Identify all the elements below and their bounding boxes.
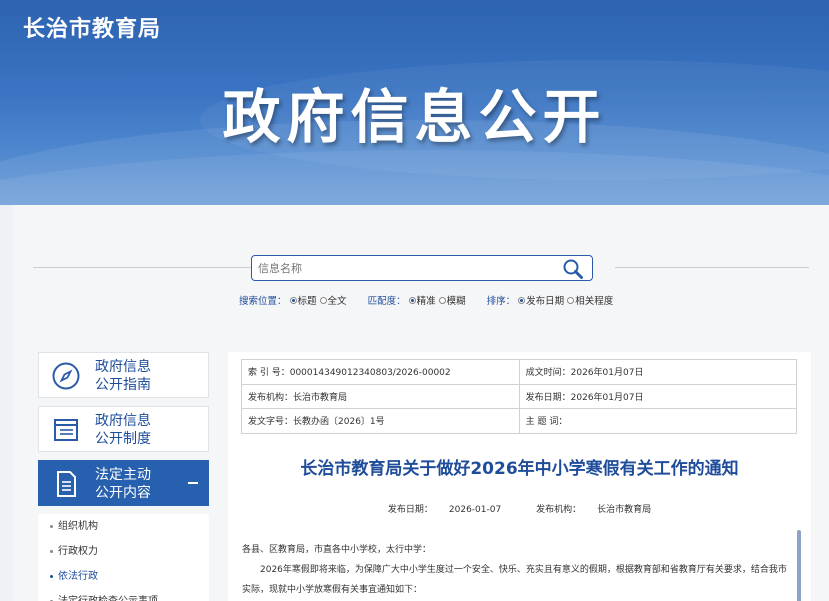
meta-cell: 主 题 词： <box>518 408 798 434</box>
radio-fuzzy[interactable] <box>438 297 446 304</box>
meta-cell: 成文时间：2026年01月07日 <box>518 359 798 385</box>
radio-exact[interactable] <box>408 297 416 304</box>
search-position-label: 搜索位置： <box>239 296 287 307</box>
search-box <box>251 255 593 281</box>
sidebar-item-system[interactable]: 政府信息 公开制度 <box>38 406 209 452</box>
scrollbar[interactable] <box>797 530 801 601</box>
header-banner: 长治市教育局 政府信息公开 <box>0 0 829 205</box>
radio-relevance[interactable] <box>567 297 575 304</box>
radio-title-label: 标题 <box>297 296 317 307</box>
sub-menu: 组织机构 行政权力 依法行政 法定行政检查公示事项 <box>38 514 209 601</box>
meta-cell: 索 引 号：000014349012340803/2026-00002 <box>241 359 520 385</box>
radio-date[interactable] <box>518 297 526 304</box>
meta-cell: 发文字号：长教办函〔2026〕1号 <box>241 408 520 434</box>
sidebar-item-label: 法定主动 公开内容 <box>95 467 151 501</box>
radio-exact-label: 精准 <box>416 296 436 307</box>
search-input[interactable] <box>258 259 548 277</box>
main-content: 搜索位置： 标题全文 匹配度： 精准模糊 排序： 发布日期相关程度 政府信息公开指南 <box>13 205 829 601</box>
meta-cell: 发布日期：2026年01月07日 <box>518 383 798 409</box>
sidebar-item-label: 政府信息 公开制度 <box>95 413 151 447</box>
document-icon <box>57 471 76 497</box>
article-body: 各县、区教育局，市直各中小学校，太行中学： 2026年寒假即将来临，为保障广大中… <box>242 540 792 600</box>
article-meta: 发布日期： 2026-01-07 发布机构： 长治市教育局 <box>387 505 652 515</box>
search-icon[interactable] <box>562 258 584 280</box>
radio-fulltext-label: 全文 <box>327 296 347 307</box>
sidebar: 政府信息 公开指南 政府信息 公开制度 法定主动 公开内容 组织机构 行政权力 … <box>38 352 209 601</box>
sidebar-item-label: 政府信息 公开指南 <box>95 359 151 393</box>
meta-cell: 发布机构：长治市教育局 <box>241 383 520 409</box>
radio-fuzzy-label: 模糊 <box>446 296 466 307</box>
compass-icon <box>52 362 80 390</box>
radio-title[interactable] <box>289 297 297 304</box>
banner-title: 政府信息公开 <box>222 83 607 151</box>
sub-item-law[interactable]: 依法行政 <box>38 564 209 589</box>
paragraph: 2026年寒假即将来临，为保障广大中小学生度过一个安全、快乐、充实且有意义的假期… <box>242 565 787 595</box>
salutation: 各县、区教育局，市直各中小学校，太行中学： <box>242 545 432 555</box>
sidebar-item-active-disclosure[interactable]: 法定主动 公开内容 <box>38 460 209 506</box>
search-options: 搜索位置： 标题 全文 匹配度： 精准 模糊 排序： 发布日期 相关程度 <box>239 293 631 307</box>
divider <box>615 267 809 268</box>
match-label: 匹配度： <box>367 296 406 307</box>
collapse-icon[interactable] <box>188 482 198 484</box>
divider <box>33 267 255 268</box>
article-panel: 索 引 号：000014349012340803/2026-00002 成文时间… <box>228 352 811 601</box>
sort-label: 排序： <box>486 296 516 307</box>
sub-item-org[interactable]: 组织机构 <box>38 514 209 539</box>
sidebar-item-guide[interactable]: 政府信息 公开指南 <box>38 352 209 398</box>
radio-relevance-label: 相关程度 <box>575 296 614 307</box>
article-title: 长治市教育局关于做好2026年中小学寒假有关工作的通知 <box>300 459 739 479</box>
site-logo[interactable]: 长治市教育局 <box>23 11 161 43</box>
sub-item-power[interactable]: 行政权力 <box>38 539 209 564</box>
meta-table: 索 引 号：000014349012340803/2026-00002 成文时间… <box>241 359 798 434</box>
radio-date-label: 发布日期 <box>526 296 565 307</box>
sub-item-inspection[interactable]: 法定行政检查公示事项 <box>38 589 209 601</box>
radio-fulltext[interactable] <box>319 297 327 304</box>
list-icon <box>54 419 78 441</box>
